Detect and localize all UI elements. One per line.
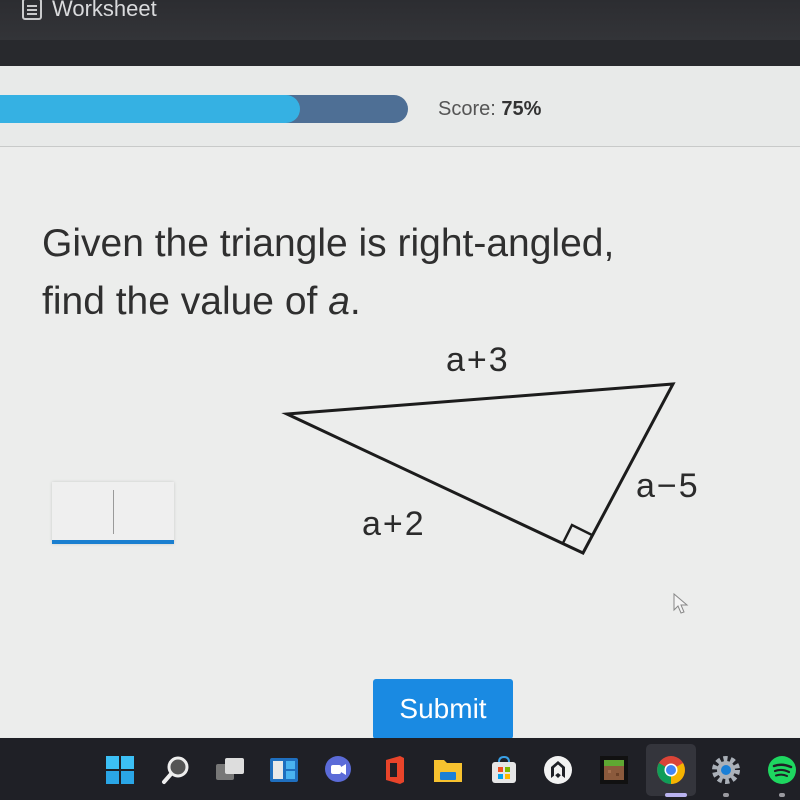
running-indicator — [723, 793, 729, 797]
document-icon — [22, 0, 42, 20]
side-label-right: a−5 — [636, 467, 700, 505]
progress-bar — [0, 95, 408, 123]
side-label-left: a+2 — [362, 505, 426, 543]
active-indicator — [665, 793, 687, 797]
office-icon[interactable] — [378, 754, 410, 786]
minecraft-icon[interactable] — [598, 754, 630, 786]
score-label: Score: — [438, 98, 496, 120]
running-indicator — [779, 793, 785, 797]
triangle-diagram — [281, 382, 676, 555]
submit-button[interactable]: Submit — [373, 679, 513, 739]
app-header: Worksheet — [0, 0, 800, 40]
settings-icon[interactable] — [710, 754, 742, 786]
folder-icon[interactable] — [432, 754, 464, 786]
task-view-icon[interactable] — [214, 754, 246, 786]
app-icon[interactable] — [542, 754, 574, 786]
triangle-shape — [281, 382, 676, 555]
chrome-icon[interactable] — [655, 754, 687, 786]
search-icon[interactable] — [160, 754, 192, 786]
score-display: Score: 75% — [438, 98, 541, 121]
taskbar — [0, 738, 800, 800]
header-subbar — [0, 40, 800, 66]
widgets-icon[interactable] — [268, 754, 300, 786]
answer-input[interactable] — [52, 482, 174, 544]
app-title-group: Worksheet — [22, 0, 157, 22]
text-caret — [113, 490, 114, 534]
windows-start-icon[interactable] — [104, 754, 136, 786]
mouse-cursor-icon — [673, 592, 689, 614]
side-label-top: a+3 — [446, 341, 510, 379]
question-panel: Given the triangle is right-angled, find… — [0, 147, 800, 739]
spotify-icon[interactable] — [766, 754, 798, 786]
progress-fill — [0, 95, 301, 123]
chat-icon[interactable] — [322, 754, 354, 786]
app-title: Worksheet — [52, 0, 157, 21]
progress-section: Score: 75% — [0, 66, 800, 147]
score-value: 75% — [501, 98, 542, 120]
store-icon[interactable] — [488, 754, 520, 786]
right-angle-marker — [561, 523, 593, 544]
